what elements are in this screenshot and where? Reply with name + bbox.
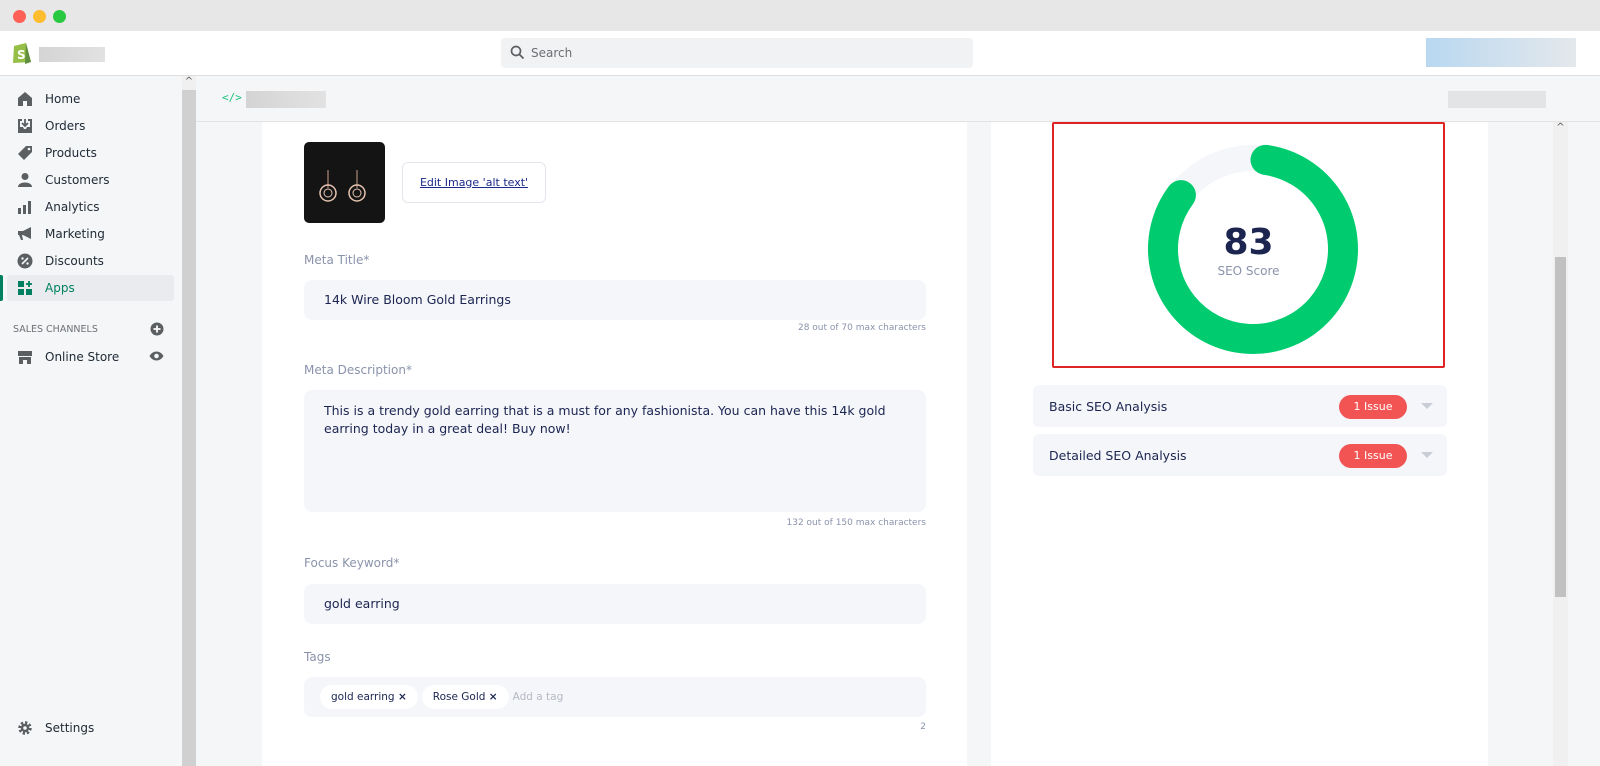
search-icon: [510, 45, 525, 60]
minimize-window-button[interactable]: [33, 10, 46, 23]
discount-icon: [17, 253, 33, 269]
meta-description-char-count: 132 out of 150 max characters: [786, 518, 926, 528]
sidebar-item-discounts[interactable]: Discounts: [0, 248, 182, 274]
close-window-button[interactable]: [13, 10, 26, 23]
search-input[interactable]: Search: [501, 38, 973, 68]
home-icon: [18, 92, 32, 106]
score-highlight-box: 83 SEO Score: [1052, 122, 1445, 368]
tags-input[interactable]: gold earring × Rose Gold × Add a tag: [304, 677, 926, 717]
sidebar-item-analytics[interactable]: Analytics: [0, 194, 182, 220]
shopify-logo[interactable]: S: [11, 40, 33, 69]
tags-label: Tags: [304, 650, 331, 664]
sidebar-scrollbar[interactable]: ^: [182, 76, 196, 766]
main-scrollbar[interactable]: ^: [1553, 122, 1568, 766]
product-image: [304, 142, 385, 223]
add-channel-icon[interactable]: [150, 322, 164, 336]
seo-form-card: Edit Image 'alt text' Meta Title* 14k Wi…: [262, 122, 967, 766]
sidebar-item-marketing[interactable]: Marketing: [0, 221, 182, 247]
detailed-seo-analysis-accordion[interactable]: Detailed SEO Analysis 1 Issue: [1033, 434, 1447, 476]
account-redacted[interactable]: [1426, 38, 1576, 67]
scroll-up-icon[interactable]: ^: [1553, 122, 1568, 133]
meta-title-input[interactable]: 14k Wire Bloom Gold Earrings: [304, 280, 926, 320]
sidebar-item-home[interactable]: Home: [0, 86, 182, 112]
focus-keyword-label: Focus Keyword*: [304, 556, 400, 570]
remove-tag-icon[interactable]: ×: [398, 691, 407, 703]
accordion-title: Basic SEO Analysis: [1049, 399, 1168, 414]
search-placeholder: Search: [531, 46, 573, 60]
orders-icon: [18, 119, 32, 133]
tag-text: gold earring: [331, 691, 395, 703]
accordion-title: Detailed SEO Analysis: [1049, 448, 1187, 463]
app-name-redacted: [246, 91, 326, 108]
maximize-window-button[interactable]: [53, 10, 66, 23]
sidebar-item-label: Orders: [45, 119, 86, 133]
svg-text:S: S: [17, 48, 26, 62]
issue-badge: 1 Issue: [1339, 444, 1407, 468]
scrollbar-thumb[interactable]: [1555, 257, 1566, 597]
seo-score-label: SEO Score: [1217, 264, 1280, 278]
sales-channels-heading: SALES CHANNELS: [13, 324, 98, 335]
sidebar-item-label: Online Store: [45, 350, 120, 364]
basic-seo-analysis-accordion[interactable]: Basic SEO Analysis 1 Issue: [1033, 385, 1447, 427]
top-bar: S Search: [0, 31, 1600, 76]
apps-icon: [18, 281, 32, 295]
sidebar-item-products[interactable]: Products: [0, 140, 182, 166]
seo-score-panel: 83 SEO Score Basic SEO Analysis 1 Issue …: [991, 122, 1488, 766]
sidebar-item-settings[interactable]: Settings: [0, 715, 182, 741]
sidebar-item-label: Analytics: [45, 200, 100, 214]
sidebar-item-label: Customers: [45, 173, 110, 187]
issue-badge: 1 Issue: [1339, 395, 1407, 419]
sidebar-item-label: Apps: [45, 281, 75, 295]
meta-title-char-count: 28 out of 70 max characters: [797, 323, 926, 333]
chevron-down-icon[interactable]: [1421, 403, 1433, 409]
store-icon: [18, 351, 32, 364]
focus-keyword-input[interactable]: gold earring: [304, 584, 926, 624]
scroll-up-icon[interactable]: ^: [182, 76, 196, 90]
sidebar-item-label: Discounts: [45, 254, 104, 268]
chevron-down-icon[interactable]: [1421, 452, 1433, 458]
add-tag-placeholder[interactable]: Add a tag: [513, 691, 564, 703]
sidebar-item-apps[interactable]: Apps: [0, 275, 182, 301]
tag-chip: Rose Gold ×: [421, 685, 509, 709]
sidebar-item-label: Products: [45, 146, 97, 160]
remove-tag-icon[interactable]: ×: [489, 691, 498, 703]
sidebar: Home Orders Products Customers Analytics…: [0, 76, 182, 766]
tag-text: Rose Gold: [432, 691, 486, 703]
sidebar-item-orders[interactable]: Orders: [0, 113, 182, 139]
megaphone-icon: [18, 227, 31, 240]
tag-icon: [18, 146, 32, 160]
bar-chart-icon: [18, 201, 31, 214]
app-header: </>: [196, 76, 1600, 122]
edit-alt-text-button[interactable]: Edit Image 'alt text': [402, 162, 546, 203]
tag-chip: gold earring ×: [320, 685, 418, 709]
meta-description-textarea[interactable]: This is a trendy gold earring that is a …: [304, 390, 926, 512]
sidebar-item-customers[interactable]: Customers: [0, 167, 182, 193]
sidebar-item-label: Settings: [45, 721, 95, 735]
sidebar-item-label: Marketing: [45, 227, 105, 241]
store-name-redacted: [39, 47, 105, 62]
eye-icon[interactable]: [149, 350, 164, 362]
header-action-redacted[interactable]: [1448, 91, 1546, 108]
window-titlebar: [0, 0, 1600, 31]
seo-score-value: 83: [1223, 222, 1274, 263]
code-icon: </>: [222, 91, 242, 104]
active-indicator: [0, 275, 3, 301]
tags-count: 2: [920, 722, 926, 732]
sidebar-item-label: Home: [45, 92, 81, 106]
meta-description-label: Meta Description*: [304, 363, 412, 377]
person-icon: [18, 173, 32, 187]
gear-icon: [18, 721, 32, 735]
meta-title-label: Meta Title*: [304, 253, 370, 267]
